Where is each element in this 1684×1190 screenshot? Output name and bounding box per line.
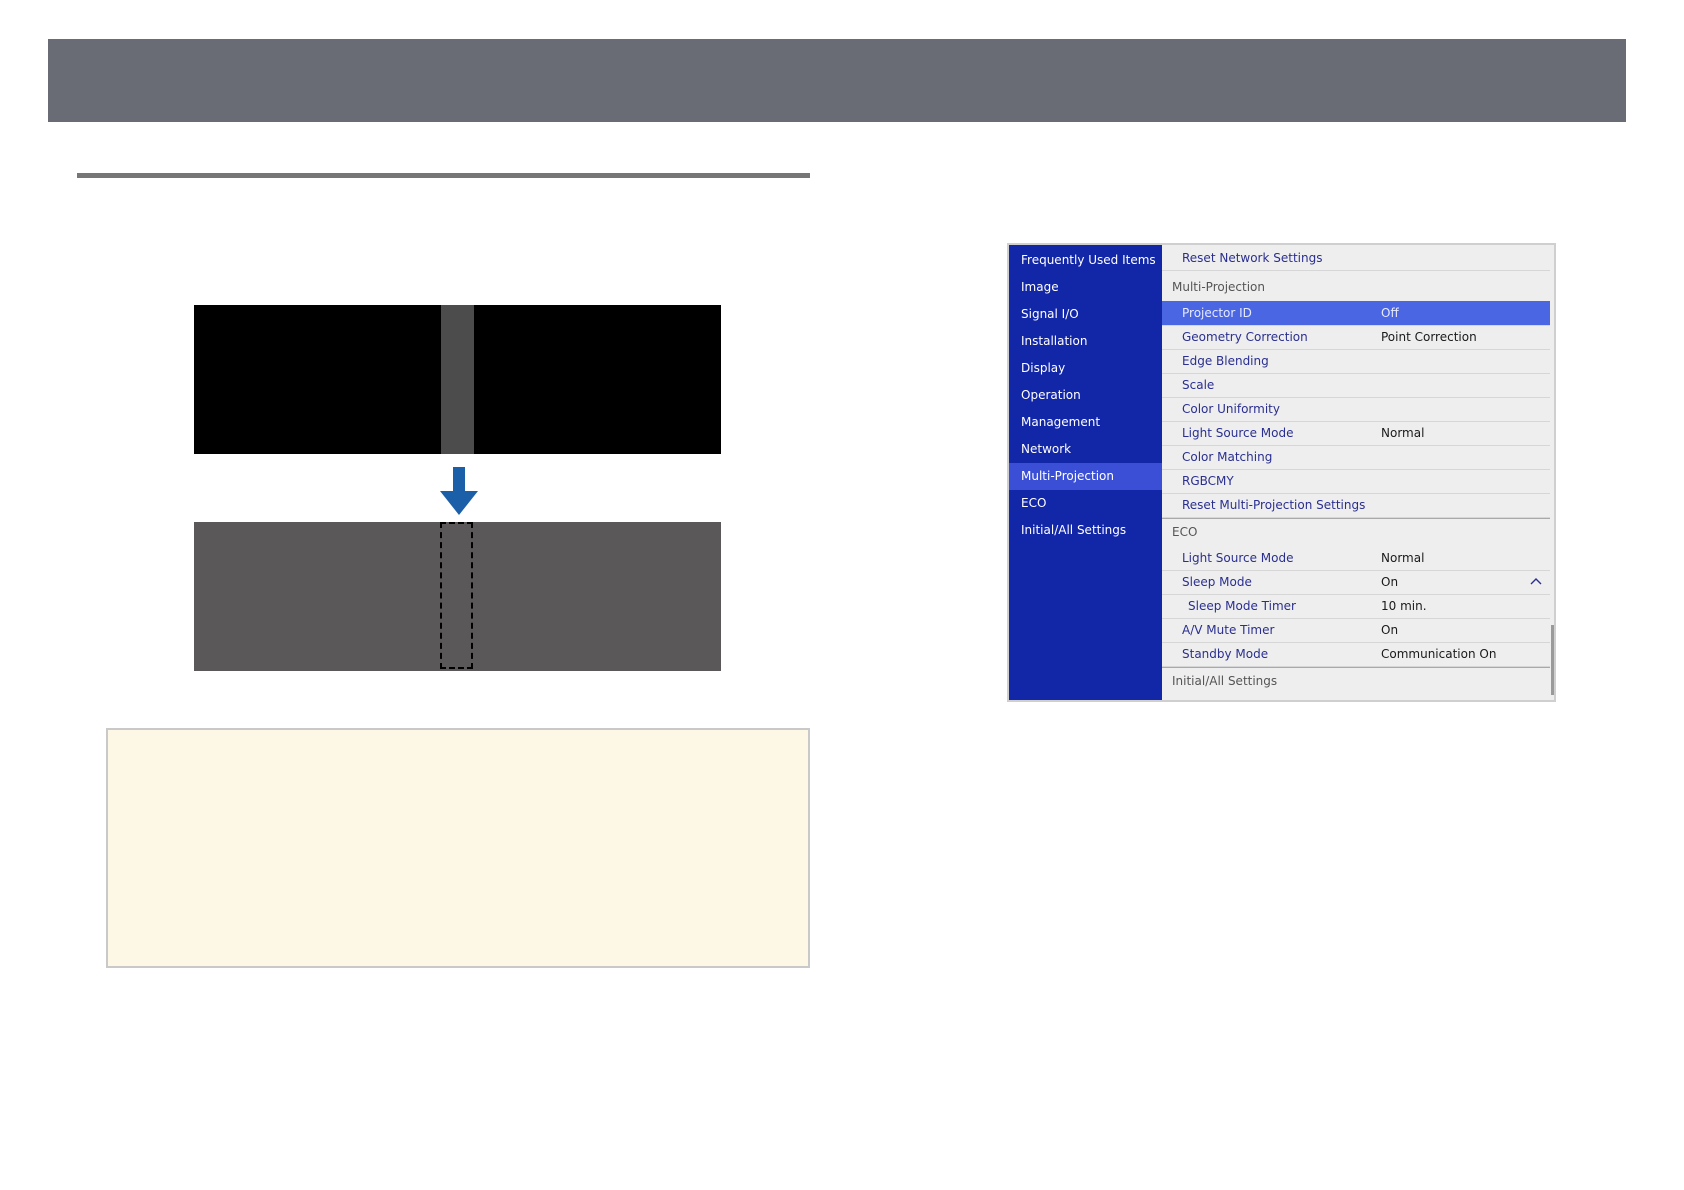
menu-row-reset-network[interactable]: Reset Network Settings bbox=[1162, 246, 1550, 271]
menu-row-standby-mode[interactable]: Standby Mode Communication On bbox=[1162, 642, 1550, 667]
row-label: Sleep Mode Timer bbox=[1188, 599, 1296, 613]
row-label: Geometry Correction bbox=[1182, 330, 1308, 344]
menu-row-scale[interactable]: Scale bbox=[1162, 373, 1550, 398]
row-label: Color Uniformity bbox=[1182, 402, 1280, 416]
row-label: RGBCMY bbox=[1182, 474, 1234, 488]
row-value: On bbox=[1381, 623, 1399, 637]
nav-item-management[interactable]: Management bbox=[1009, 409, 1162, 436]
menu-row-color-matching[interactable]: Color Matching bbox=[1162, 445, 1550, 470]
nav-item-display[interactable]: Display bbox=[1009, 355, 1162, 382]
menu-row-av-mute-timer[interactable]: A/V Mute Timer On bbox=[1162, 618, 1550, 643]
section-header-initial-all: Initial/All Settings bbox=[1162, 667, 1550, 693]
section-rule bbox=[77, 173, 810, 178]
blended-area-outline bbox=[440, 522, 473, 669]
row-label: Scale bbox=[1182, 378, 1215, 392]
menu-row-rgbcmy[interactable]: RGBCMY bbox=[1162, 469, 1550, 494]
row-value: 10 min. bbox=[1381, 599, 1427, 613]
nav-item-eco[interactable]: ECO bbox=[1009, 490, 1162, 517]
row-label: Reset Network Settings bbox=[1182, 251, 1323, 265]
row-value: Normal bbox=[1381, 551, 1425, 565]
row-label: Standby Mode bbox=[1182, 647, 1269, 661]
row-label: Light Source Mode bbox=[1182, 426, 1294, 440]
nav-item-initial-all-settings[interactable]: Initial/All Settings bbox=[1009, 517, 1162, 544]
menu-row-edge-blending[interactable]: Edge Blending bbox=[1162, 349, 1550, 374]
nav-item-operation[interactable]: Operation bbox=[1009, 382, 1162, 409]
nav-item-signal-io[interactable]: Signal I/O bbox=[1009, 301, 1162, 328]
row-value: Point Correction bbox=[1381, 330, 1477, 344]
menu-row-light-source-mode[interactable]: Light Source Mode Normal bbox=[1162, 421, 1550, 446]
section-header-eco: ECO bbox=[1162, 518, 1550, 544]
row-value: On bbox=[1381, 575, 1399, 589]
note-box bbox=[106, 728, 810, 968]
menu-row-color-uniformity[interactable]: Color Uniformity bbox=[1162, 397, 1550, 422]
row-label: Color Matching bbox=[1182, 450, 1273, 464]
projected-image-after bbox=[194, 522, 721, 671]
row-label: A/V Mute Timer bbox=[1182, 623, 1275, 637]
row-value: Off bbox=[1381, 306, 1399, 320]
settings-menu: Frequently Used Items Image Signal I/O I… bbox=[1007, 243, 1556, 702]
menu-content: Reset Network Settings Multi-Projection … bbox=[1162, 245, 1554, 700]
row-value: Normal bbox=[1381, 426, 1425, 440]
row-label: Sleep Mode bbox=[1182, 575, 1252, 589]
row-label: Projector ID bbox=[1182, 306, 1252, 320]
section-header-multi-projection: Multi-Projection bbox=[1172, 280, 1265, 294]
nav-item-frequently-used[interactable]: Frequently Used Items bbox=[1009, 247, 1162, 274]
menu-row-eco-light-source-mode[interactable]: Light Source Mode Normal bbox=[1162, 546, 1550, 571]
row-label: Reset Multi-Projection Settings bbox=[1182, 498, 1366, 512]
header-bar bbox=[48, 39, 1626, 122]
menu-row-sleep-mode-timer[interactable]: Sleep Mode Timer 10 min. bbox=[1162, 594, 1550, 619]
nav-item-installation[interactable]: Installation bbox=[1009, 328, 1162, 355]
chevron-up-icon[interactable] bbox=[1530, 576, 1542, 588]
nav-item-image[interactable]: Image bbox=[1009, 274, 1162, 301]
menu-row-sleep-mode[interactable]: Sleep Mode On bbox=[1162, 570, 1550, 595]
row-label: Light Source Mode bbox=[1182, 551, 1294, 565]
arrow-down-icon bbox=[440, 467, 478, 515]
nav-item-network[interactable]: Network bbox=[1009, 436, 1162, 463]
overlap-area bbox=[441, 305, 474, 454]
row-value: Communication On bbox=[1381, 647, 1497, 661]
menu-nav: Frequently Used Items Image Signal I/O I… bbox=[1009, 245, 1162, 700]
row-label: Edge Blending bbox=[1182, 354, 1269, 368]
menu-row-reset-multi-projection[interactable]: Reset Multi-Projection Settings bbox=[1162, 493, 1550, 518]
nav-item-multi-projection[interactable]: Multi-Projection bbox=[1009, 463, 1162, 490]
menu-row-projector-id[interactable]: Projector ID Off bbox=[1162, 301, 1550, 326]
menu-row-geometry-correction[interactable]: Geometry Correction Point Correction bbox=[1162, 325, 1550, 350]
projected-image-before bbox=[194, 305, 721, 454]
menu-scrollbar[interactable] bbox=[1551, 625, 1554, 695]
